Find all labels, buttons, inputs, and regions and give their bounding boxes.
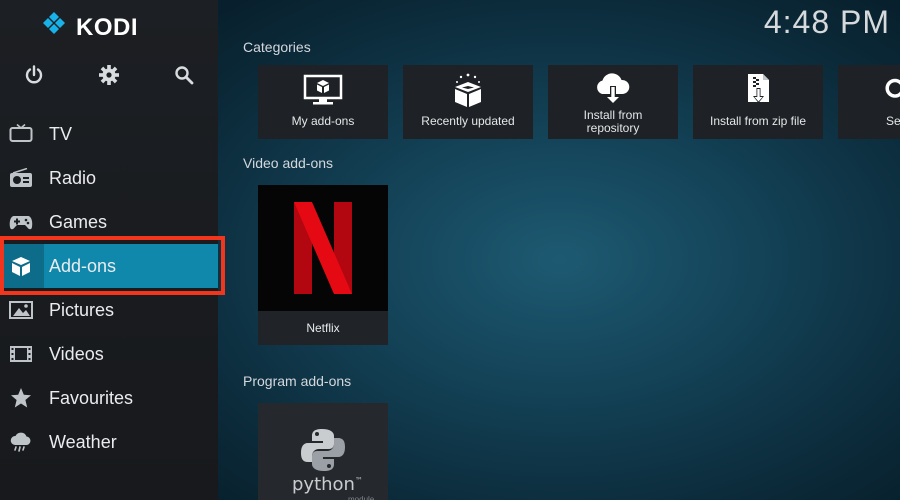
- program-add-ons-title: Program add-ons: [243, 373, 352, 389]
- sidebar: KODI TV Radio Games Add-ons Pictures Vid…: [0, 0, 218, 500]
- sidebar-item-label: Pictures: [49, 299, 115, 320]
- program-add-ons-row: python™ module: [258, 403, 388, 500]
- cloud-icon: [9, 431, 33, 453]
- category-install-from-zip-file[interactable]: Install from zip file: [693, 65, 823, 139]
- kodi-logo-text: KODI: [76, 13, 138, 41]
- tv-icon: [9, 123, 33, 145]
- sidebar-item-label: Videos: [49, 343, 104, 364]
- sidebar-item-add-ons[interactable]: Add-ons: [0, 244, 218, 288]
- gear-icon[interactable]: [96, 62, 122, 88]
- category-settings[interactable]: Se: [838, 65, 900, 139]
- picture-icon: [9, 299, 33, 321]
- sidebar-item-label: Add-ons: [49, 255, 117, 276]
- category-install-from-repository[interactable]: Install from repository: [548, 65, 678, 139]
- open-box-icon: [403, 73, 533, 107]
- kodi-logo-icon: [40, 11, 68, 44]
- python-trademark: ™: [354, 476, 363, 485]
- kodi-logo[interactable]: KODI: [40, 11, 138, 44]
- category-label: Se: [886, 114, 900, 128]
- python-wordmark-text: python: [292, 474, 355, 495]
- category-label-line-1: Install from: [583, 108, 643, 122]
- sidebar-item-label: Favourites: [49, 387, 134, 408]
- zip-file-icon: [693, 73, 823, 107]
- monitor-box-icon: [258, 73, 388, 107]
- python-wordmark: python™: [292, 474, 363, 495]
- category-recently-updated[interactable]: Recently updated: [403, 65, 533, 139]
- category-label-line-2: repository: [586, 121, 640, 135]
- gamepad-icon: [9, 211, 33, 233]
- sidebar-item-label: Weather: [49, 431, 117, 452]
- main-menu: TV Radio Games Add-ons Pictures Videos F…: [0, 112, 218, 464]
- sidebar-item-favourites[interactable]: Favourites: [0, 376, 218, 420]
- category-my-add-ons[interactable]: My add-ons: [258, 65, 388, 139]
- sidebar-item-games[interactable]: Games: [0, 200, 218, 244]
- netflix-logo: [258, 185, 388, 311]
- video-add-ons-title: Video add-ons: [243, 155, 334, 171]
- python-module-subtitle: module: [348, 495, 375, 500]
- sidebar-item-label: TV: [49, 123, 73, 144]
- star-icon: [9, 387, 33, 409]
- category-label: Recently updated: [421, 114, 515, 128]
- power-icon[interactable]: [21, 62, 47, 88]
- sidebar-item-label: Games: [49, 211, 108, 232]
- settings-icon: [838, 73, 900, 107]
- sidebar-item-pictures[interactable]: Pictures: [0, 288, 218, 332]
- sidebar-item-label: Radio: [49, 167, 97, 188]
- category-label: Install from zip file: [709, 114, 807, 128]
- categories-row: My add-ons Recently updated Install from…: [258, 65, 900, 139]
- python-logo-icon: [300, 427, 346, 478]
- search-icon[interactable]: [171, 62, 197, 88]
- film-icon: [9, 343, 33, 365]
- category-label: Install from repository: [548, 109, 678, 135]
- video-add-ons-row: Netflix: [258, 185, 388, 345]
- addon-python-module[interactable]: python™ module: [258, 403, 388, 500]
- categories-title: Categories: [243, 39, 311, 55]
- sidebar-item-weather[interactable]: Weather: [0, 420, 218, 464]
- category-label: My add-ons: [291, 114, 355, 128]
- sidebar-item-tv[interactable]: TV: [0, 112, 218, 156]
- addon-netflix[interactable]: Netflix: [258, 185, 388, 345]
- cloud-download-icon: [548, 73, 678, 107]
- clock: 4:48 PM: [763, 4, 890, 40]
- addon-label: Netflix: [258, 311, 388, 345]
- box-icon: [9, 255, 33, 277]
- sidebar-item-radio[interactable]: Radio: [0, 156, 218, 200]
- radio-icon: [9, 167, 33, 189]
- sidebar-item-videos[interactable]: Videos: [0, 332, 218, 376]
